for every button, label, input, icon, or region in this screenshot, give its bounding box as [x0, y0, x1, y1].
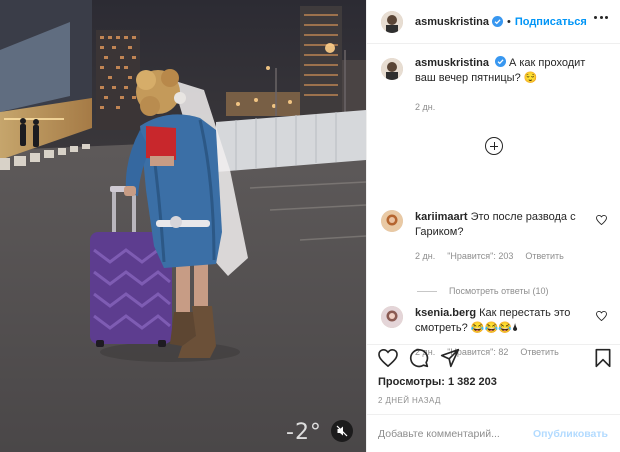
comment-meta: 2 дн. "Нравится": 203 Ответить — [415, 249, 595, 264]
author-avatar[interactable] — [381, 10, 403, 33]
caption-body: asmuskristina А как проходит ваш вечер пя… — [415, 56, 605, 115]
comment-username[interactable]: ksenia.berg — [415, 307, 476, 319]
publish-button[interactable]: Опубликовать — [533, 428, 608, 440]
bookmark-icon[interactable] — [594, 348, 612, 368]
commenter-avatar[interactable] — [381, 306, 403, 328]
view-replies-label: Посмотреть ответы (10) — [449, 286, 549, 296]
add-comment-bar: Опубликовать — [366, 414, 620, 452]
comment-item: kariimaart Это после развода с Гариком? 2… — [381, 210, 607, 264]
verified-icon — [491, 16, 503, 27]
follow-button[interactable]: Подписаться — [515, 16, 587, 28]
plus-icon[interactable] — [485, 137, 503, 155]
comment-body: kariimaart Это после развода с Гариком? 2… — [415, 210, 595, 264]
header-separator: • — [506, 15, 511, 28]
caption: asmuskristina А как проходит ваш вечер пя… — [381, 56, 606, 115]
caption-time: 2 дн. — [415, 102, 436, 112]
more-icon[interactable] — [594, 16, 608, 20]
mute-icon — [336, 425, 348, 437]
posted-ago[interactable]: 2 ДНЕЙ НАЗАД — [378, 396, 441, 405]
replies-divider — [417, 290, 437, 292]
post-video[interactable]: -2° — [0, 0, 366, 452]
comment-time[interactable]: 2 дн. — [415, 249, 435, 264]
reply-button[interactable]: Ответить — [525, 249, 563, 264]
comment-input[interactable] — [378, 427, 534, 440]
comment-likes[interactable]: "Нравится": 203 — [447, 249, 513, 264]
author-username[interactable]: asmuskristina — [415, 16, 489, 28]
share-icon[interactable] — [440, 348, 460, 368]
video-frame — [0, 0, 366, 452]
view-replies-link[interactable]: Посмотреть ответы (10) — [417, 286, 549, 296]
temperature-overlay: -2° — [286, 420, 322, 445]
comments-section: asmuskristina А как проходит ваш вечер пя… — [367, 44, 620, 357]
commenter-avatar[interactable] — [381, 210, 403, 232]
heart-icon[interactable] — [596, 215, 607, 225]
caption-avatar[interactable] — [381, 58, 403, 80]
mute-button[interactable] — [331, 420, 353, 442]
comment-icon[interactable] — [409, 348, 429, 368]
instagram-post: -2° asmuskristina • Подписаться asmuskri… — [0, 0, 620, 452]
comment-username[interactable]: kariimaart — [415, 211, 468, 223]
post-header: asmuskristina • Подписаться — [367, 0, 620, 44]
caption-username[interactable]: asmuskristina — [415, 57, 489, 69]
heart-icon[interactable] — [596, 311, 607, 321]
heart-icon[interactable] — [378, 349, 398, 367]
view-count[interactable]: Просмотры: 1 382 203 — [378, 376, 497, 388]
verified-icon — [494, 56, 506, 67]
